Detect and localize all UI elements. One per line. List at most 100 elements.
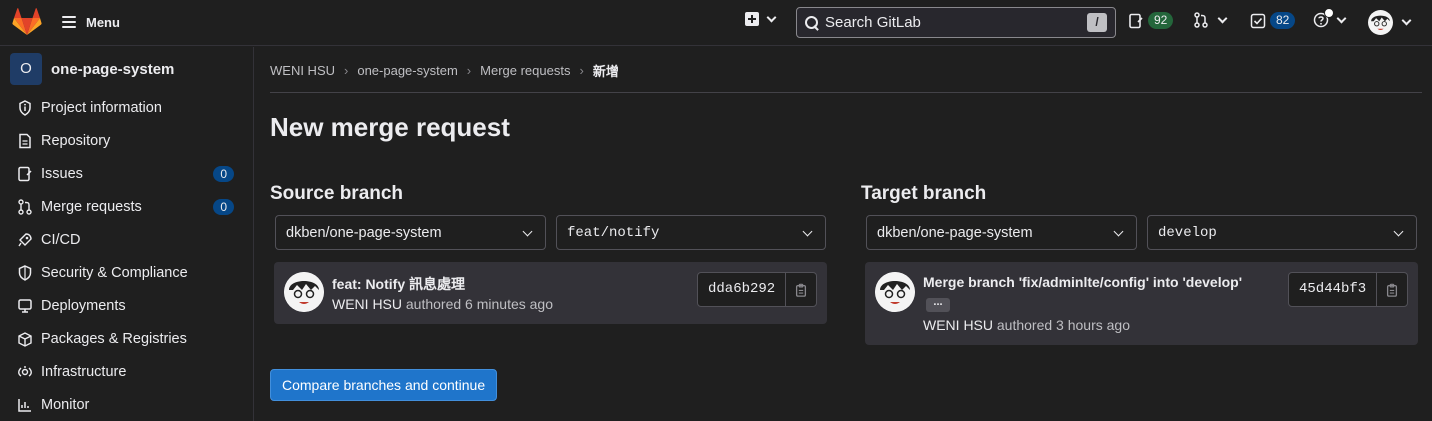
todos-button[interactable]: 82: [1250, 12, 1296, 29]
commit-time: authored 3 hours ago: [996, 317, 1130, 333]
breadcrumb-item-current[interactable]: 新增: [593, 61, 619, 80]
sidebar-item-label: Repository: [41, 132, 111, 149]
sidebar-item-label: Merge requests: [41, 198, 142, 215]
source-project-value: dkben/one-page-system: [286, 224, 442, 241]
menu-label: Menu: [86, 14, 120, 30]
search-input[interactable]: Search GitLab /: [796, 7, 1116, 38]
target-branch-heading: Target branch: [861, 183, 987, 204]
author-avatar: [875, 272, 915, 312]
chevron-down-icon: [522, 226, 533, 237]
top-bar: Menu Search GitLab / 92 82: [0, 0, 1432, 46]
doc-icon: [19, 133, 31, 148]
chevron-down-icon: [1401, 15, 1412, 26]
sidebar-item-repository[interactable]: Repository: [0, 124, 254, 157]
commit-author[interactable]: WENI HSU: [332, 296, 402, 312]
copy-sha-button[interactable]: [1377, 273, 1407, 306]
sidebar-item-label: Infrastructure: [41, 363, 127, 380]
monitor-icon: [18, 398, 31, 412]
sidebar: O one-page-system Project information Re…: [0, 47, 254, 421]
sidebar-item-label: Deployments: [41, 297, 126, 314]
merge-request-icon: [1194, 12, 1208, 28]
sidebar-item-security-compliance[interactable]: Security & Compliance: [0, 256, 254, 289]
commit-sha[interactable]: 45d44bf3: [1289, 273, 1378, 306]
issues-count-badge: 92: [1148, 12, 1174, 29]
help-button[interactable]: [1313, 8, 1347, 28]
chevron-down-icon: [802, 226, 813, 237]
menu-button[interactable]: Menu: [62, 11, 120, 33]
package-icon: [18, 331, 32, 347]
user-menu-button[interactable]: [1368, 10, 1412, 35]
project-name: one-page-system: [51, 60, 175, 78]
merge-requests-count-badge: 0: [213, 199, 234, 215]
sidebar-item-infrastructure[interactable]: Infrastructure: [0, 355, 254, 388]
notification-dot: [1324, 8, 1334, 18]
sidebar-item-project-information[interactable]: Project information: [0, 91, 254, 124]
todo-checkbox-icon: [1250, 13, 1266, 28]
user-avatar: [1368, 10, 1393, 35]
search-shortcut-key: /: [1087, 13, 1107, 32]
page-title: New merge request: [270, 112, 510, 142]
merge-request-icon: [18, 198, 32, 215]
target-commit-card: Merge branch 'fix/adminlte/config' into …: [865, 262, 1418, 345]
sidebar-item-label: Monitor: [41, 396, 90, 413]
commit-author[interactable]: WENI HSU: [923, 317, 993, 333]
shield-icon: [18, 264, 32, 281]
source-branch-heading: Source branch: [270, 183, 404, 204]
merge-requests-button[interactable]: [1193, 12, 1228, 28]
compare-branches-button[interactable]: Compare branches and continue: [270, 369, 498, 401]
gitlab-logo[interactable]: [12, 8, 42, 36]
author-avatar: [284, 272, 324, 312]
breadcrumb-item-user[interactable]: WENI HSU: [270, 63, 335, 78]
sidebar-item-ci-cd[interactable]: CI/CD: [0, 223, 254, 256]
commit-sha[interactable]: dda6b292: [698, 273, 787, 306]
issues-count-badge: 0: [213, 166, 234, 182]
infrastructure-icon: [18, 365, 32, 377]
chevron-down-icon: [1393, 226, 1404, 237]
breadcrumb-item-merge-requests[interactable]: Merge requests: [480, 63, 570, 78]
info-icon: [19, 99, 31, 116]
todos-count-badge: 82: [1270, 12, 1296, 29]
search-placeholder: Search GitLab: [825, 14, 921, 31]
sidebar-item-label: Issues: [41, 165, 83, 182]
sidebar-item-deployments[interactable]: Deployments: [0, 289, 254, 322]
breadcrumb-item-project[interactable]: one-page-system: [357, 63, 457, 78]
rocket-icon: [18, 232, 32, 246]
chevron-right-icon: ›: [466, 62, 472, 78]
expand-commit-message-button[interactable]: ...: [926, 297, 950, 312]
new-dropdown-button[interactable]: [745, 12, 777, 26]
target-project-dropdown[interactable]: dkben/one-page-system: [866, 215, 1137, 250]
sidebar-item-issues[interactable]: Issues 0: [0, 157, 254, 190]
issues-icon: [1129, 13, 1143, 28]
commit-meta: WENI HSU authored 3 hours ago: [923, 317, 1130, 333]
chevron-right-icon: ›: [344, 62, 349, 78]
commit-title[interactable]: Merge branch 'fix/adminlte/config' into …: [923, 274, 1242, 290]
copy-icon: [796, 283, 807, 297]
target-project-value: dkben/one-page-system: [877, 224, 1033, 241]
copy-sha-button[interactable]: [786, 273, 816, 306]
issues-icon: [18, 166, 32, 181]
sidebar-project-header[interactable]: O one-page-system: [10, 53, 174, 85]
chevron-right-icon: ›: [579, 62, 584, 78]
sidebar-item-packages-registries[interactable]: Packages & Registries: [0, 322, 254, 355]
source-branch-dropdown[interactable]: feat/notify: [556, 215, 826, 250]
chevron-down-icon: [1336, 13, 1347, 23]
sidebar-item-label: Packages & Registries: [41, 330, 187, 347]
plus-square-icon: [745, 12, 759, 26]
target-branch-dropdown[interactable]: develop: [1147, 215, 1417, 250]
hamburger-icon: [62, 16, 76, 28]
sidebar-item-label: CI/CD: [41, 231, 81, 248]
breadcrumb: WENI HSU › one-page-system › Merge reque…: [270, 61, 619, 80]
sidebar-item-label: Security & Compliance: [41, 264, 188, 281]
sidebar-item-merge-requests[interactable]: Merge requests 0: [0, 190, 254, 223]
sidebar-item-monitor[interactable]: Monitor: [0, 388, 254, 421]
commit-title[interactable]: feat: Notify 訊息處理: [332, 274, 465, 294]
chevron-down-icon: [766, 12, 777, 22]
issues-button[interactable]: 92: [1128, 12, 1174, 29]
project-avatar: O: [10, 53, 42, 85]
commit-time: authored 6 minutes ago: [405, 296, 553, 312]
copy-icon: [1387, 283, 1398, 297]
source-commit-card: feat: Notify 訊息處理 WENI HSU authored 6 mi…: [274, 262, 827, 324]
chevron-down-icon: [1217, 13, 1228, 23]
source-project-dropdown[interactable]: dkben/one-page-system: [275, 215, 546, 250]
deployments-icon: [18, 298, 32, 313]
